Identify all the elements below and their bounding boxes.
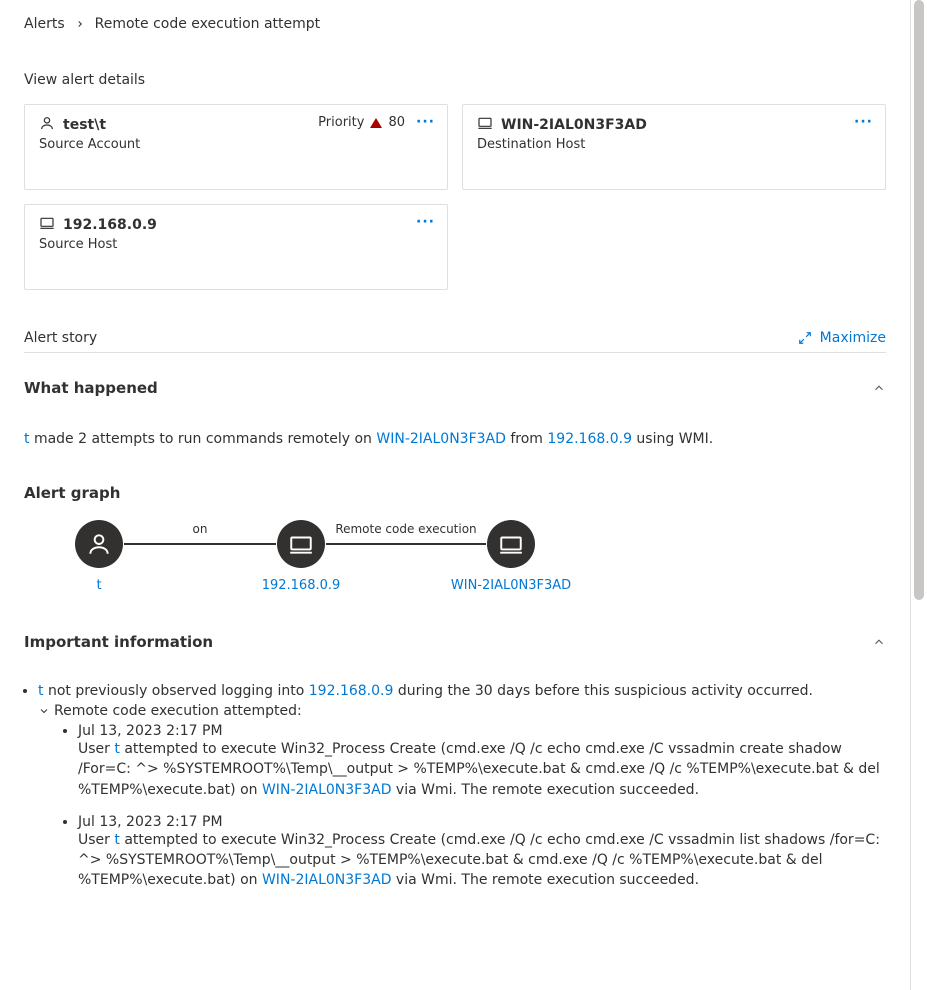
important-information-section: Important information t not previously o… bbox=[24, 633, 886, 891]
important-information-heading: Important information bbox=[24, 633, 886, 651]
collapse-section-button[interactable] bbox=[872, 635, 886, 653]
maximize-icon bbox=[798, 331, 812, 345]
person-icon bbox=[39, 115, 55, 135]
graph-edge-on: on bbox=[124, 520, 276, 568]
card-title: WIN-2IAL0N3F3AD bbox=[501, 117, 647, 133]
computer-icon bbox=[477, 115, 493, 135]
card-more-menu[interactable]: ··· bbox=[416, 215, 435, 229]
alert-graph-heading: Alert graph bbox=[24, 484, 886, 502]
scrollbar-thumb[interactable] bbox=[914, 0, 924, 600]
breadcrumb-root[interactable]: Alerts bbox=[24, 16, 65, 32]
view-alert-details-label: View alert details bbox=[24, 72, 886, 88]
maximize-label: Maximize bbox=[820, 330, 886, 346]
attempt-item: Jul 13, 2023 2:17 PM User t attempted to… bbox=[78, 723, 886, 800]
computer-icon bbox=[498, 531, 524, 557]
what-happened-heading: What happened bbox=[24, 379, 886, 397]
graph-edge-label: Remote code execution bbox=[326, 522, 486, 536]
attempt-timestamp: Jul 13, 2023 2:17 PM bbox=[78, 814, 886, 830]
alert-story-label: Alert story bbox=[24, 330, 97, 346]
card-subtitle: Destination Host bbox=[477, 137, 871, 152]
what-happened-section: What happened t made 2 attempts to run c… bbox=[24, 379, 886, 593]
what-happened-text: t made 2 attempts to run commands remote… bbox=[24, 429, 886, 450]
card-title: test\t bbox=[63, 117, 106, 133]
card-more-menu[interactable]: ··· bbox=[416, 115, 435, 129]
priority-triangle-icon bbox=[370, 118, 382, 128]
attempt-text: User t attempted to execute Win32_Proces… bbox=[78, 739, 886, 800]
graph-node-source-host-label[interactable]: 192.168.0.9 bbox=[262, 578, 341, 593]
card-source-account[interactable]: test\t Source Account Priority 80 ··· bbox=[24, 104, 448, 190]
chevron-right-icon bbox=[75, 19, 85, 29]
graph-node-user[interactable]: t bbox=[74, 520, 124, 593]
card-title: 192.168.0.9 bbox=[63, 217, 157, 233]
chevron-up-icon bbox=[872, 381, 886, 395]
rce-expander-label: Remote code execution attempted: bbox=[54, 703, 302, 719]
alert-graph: t on 192.168.0.9 Remote code execution bbox=[74, 520, 886, 593]
ip-link[interactable]: 192.168.0.9 bbox=[547, 431, 632, 447]
priority-label: Priority bbox=[318, 115, 364, 130]
card-more-menu[interactable]: ··· bbox=[854, 115, 873, 129]
collapse-section-button[interactable] bbox=[872, 381, 886, 399]
attempt-timestamp: Jul 13, 2023 2:17 PM bbox=[78, 723, 886, 739]
card-subtitle: Source Account bbox=[39, 137, 433, 152]
computer-icon bbox=[39, 215, 55, 235]
graph-edge-label: on bbox=[124, 522, 276, 536]
graph-edge-rce: Remote code execution bbox=[326, 520, 486, 568]
graph-node-dest-host[interactable]: WIN-2IAL0N3F3AD bbox=[486, 520, 536, 593]
chevron-up-icon bbox=[872, 635, 886, 649]
host-link[interactable]: WIN-2IAL0N3F3AD bbox=[262, 872, 392, 888]
maximize-button[interactable]: Maximize bbox=[798, 330, 886, 346]
info-bullet: t not previously observed logging into 1… bbox=[38, 683, 886, 699]
rce-expander[interactable]: Remote code execution attempted: bbox=[38, 703, 886, 719]
chevron-down-icon bbox=[38, 705, 50, 717]
computer-icon bbox=[288, 531, 314, 557]
card-destination-host[interactable]: WIN-2IAL0N3F3AD Destination Host ··· bbox=[462, 104, 886, 190]
graph-node-dest-host-label[interactable]: WIN-2IAL0N3F3AD bbox=[451, 578, 571, 593]
breadcrumb-current: Remote code execution attempt bbox=[95, 16, 321, 32]
host-link[interactable]: WIN-2IAL0N3F3AD bbox=[262, 782, 392, 798]
vertical-scrollbar[interactable] bbox=[910, 0, 926, 990]
breadcrumb: Alerts Remote code execution attempt bbox=[24, 16, 886, 32]
person-icon bbox=[86, 531, 112, 557]
card-subtitle: Source Host bbox=[39, 237, 433, 252]
ip-link[interactable]: 192.168.0.9 bbox=[309, 683, 394, 699]
attempt-text: User t attempted to execute Win32_Proces… bbox=[78, 830, 886, 891]
priority-indicator: Priority 80 bbox=[318, 115, 405, 130]
graph-node-user-label[interactable]: t bbox=[96, 578, 101, 593]
host-link[interactable]: WIN-2IAL0N3F3AD bbox=[376, 431, 506, 447]
card-source-host[interactable]: 192.168.0.9 Source Host ··· bbox=[24, 204, 448, 290]
attempt-item: Jul 13, 2023 2:17 PM User t attempted to… bbox=[78, 814, 886, 891]
graph-node-source-host[interactable]: 192.168.0.9 bbox=[276, 520, 326, 593]
priority-value: 80 bbox=[388, 115, 405, 130]
